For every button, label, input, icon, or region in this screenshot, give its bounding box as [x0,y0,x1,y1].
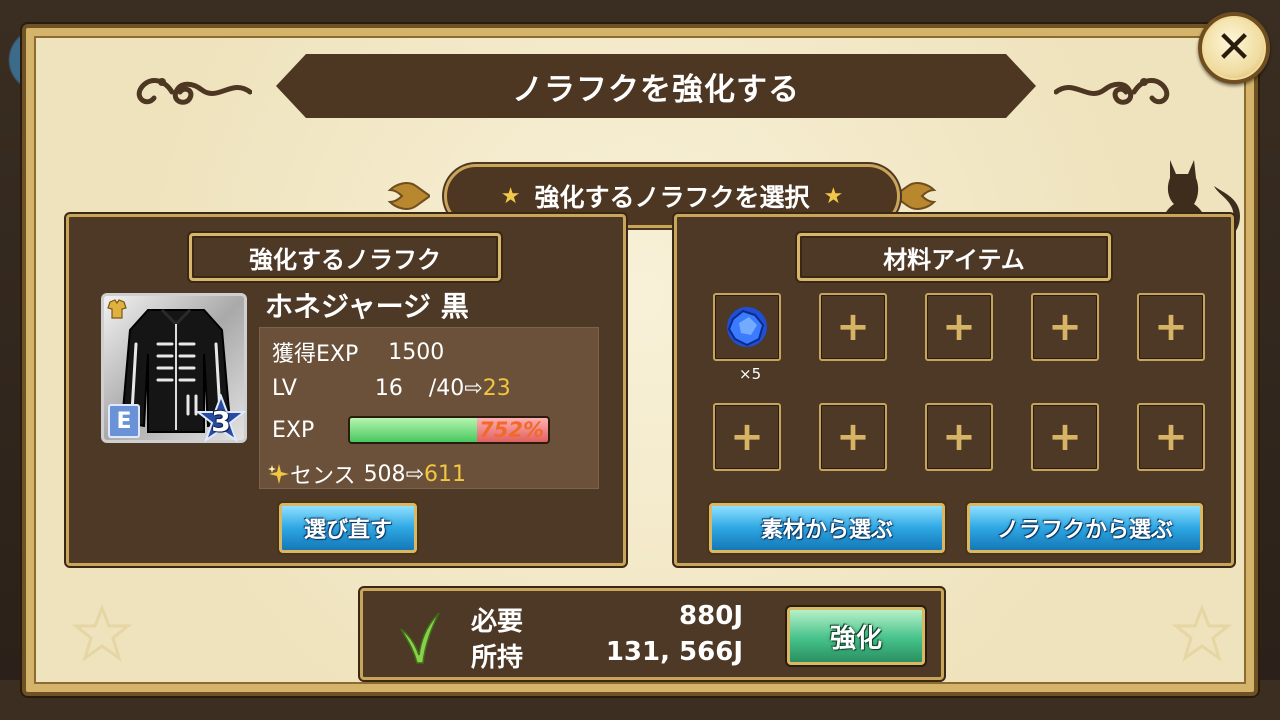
close-button[interactable]: ✕ [1198,12,1270,84]
target-panel: 強化するノラフク E 3 ホネジャージ 黒 獲得EXP 1500 LV 16 /… [66,214,626,566]
required-value: 880J [679,601,743,631]
materials-panel: 材料アイテム ×5 + + + + + + + + + 素材から選ぶ ノラフクか… [674,214,1234,566]
decorative-star-icon [1172,604,1232,662]
star-icon: ★ [500,183,521,209]
owned-value: 131, 566J [605,637,743,667]
right-flourish-ornament [1054,78,1170,105]
exp-fill [350,418,477,442]
material-slot-9[interactable]: + [1031,403,1099,471]
rank-badge: E [108,404,140,438]
required-label: 必要 [471,607,524,637]
exp-percent: 752% [479,418,544,442]
decorative-star-icon [72,604,132,662]
enhance-button[interactable]: 強化 [787,607,925,665]
cost-bar: 必要 880J 所持 131, 566J 強化 [360,588,944,680]
material-slot-10[interactable]: + [1137,403,1205,471]
level-current: 16 [374,376,403,401]
stats-box: 獲得EXP 1500 LV 16 /40 ⇨ 23 EXP 752% センス 5… [259,327,599,489]
arrow-icon: ⇨ [464,376,483,401]
materials-panel-header: 材料アイテム [797,233,1111,281]
level-next: 23 [482,376,511,401]
target-panel-header: 強化するノラフク [189,233,501,281]
right-ribbon-ornament [894,182,937,210]
level-label: LV [272,376,297,401]
material-slot-3[interactable]: + [925,293,993,361]
close-icon: ✕ [1215,22,1253,73]
exp-bar-label: EXP [272,418,315,443]
sense-row: センス 508 ⇨ 611 [268,458,466,490]
grass-icon [400,612,440,664]
material-slot-7[interactable]: + [819,403,887,471]
material-slot-1[interactable] [713,293,781,361]
level-max: /40 [428,376,465,401]
select-from-norafuku-button[interactable]: ノラフクから選ぶ [967,503,1203,553]
star-rank-count: 3 [211,404,231,438]
material-count: ×5 [739,365,762,383]
enhance-dialog: ノラフクを強化する ★ 強化するノラフクを選択 ★ 強化するノラフク E 3 ホ… [22,24,1258,696]
blue-gem-material-icon [727,307,767,347]
exp-gain-label: 獲得EXP [272,342,359,367]
left-ribbon-ornament [387,182,430,210]
material-slot-2[interactable]: + [819,293,887,361]
dialog-title: ノラフクを強化する [512,71,800,108]
level-row: LV 16 /40 ⇨ 23 [272,376,511,401]
dialog-inner: ノラフクを強化する ★ 強化するノラフクを選択 ★ 強化するノラフク E 3 ホ… [34,36,1246,684]
sense-current: 508 [363,461,406,487]
exp-progress-bar: 752% [348,416,550,444]
exp-gain-row: 獲得EXP 1500 [272,336,444,368]
material-slot-4[interactable]: + [1031,293,1099,361]
sparkle-icon [268,464,289,484]
sense-label: センス [290,464,356,489]
arrow-icon: ⇨ [405,461,424,487]
material-slot-8[interactable]: + [925,403,993,471]
target-item-card[interactable]: E 3 [101,293,247,443]
material-slot-6[interactable]: + [713,403,781,471]
star-icon: ★ [823,183,844,209]
left-flourish-ornament [136,78,252,105]
owned-label: 所持 [471,643,524,673]
subtitle-text: 強化するノラフクを選択 [534,183,810,212]
exp-gain-value: 1500 [388,339,445,365]
reselect-button[interactable]: 選び直す [279,503,417,553]
material-slot-5[interactable]: + [1137,293,1205,361]
item-name: ホネジャージ 黒 [265,290,469,323]
sense-next: 611 [424,461,466,487]
select-from-materials-button[interactable]: 素材から選ぶ [709,503,945,553]
